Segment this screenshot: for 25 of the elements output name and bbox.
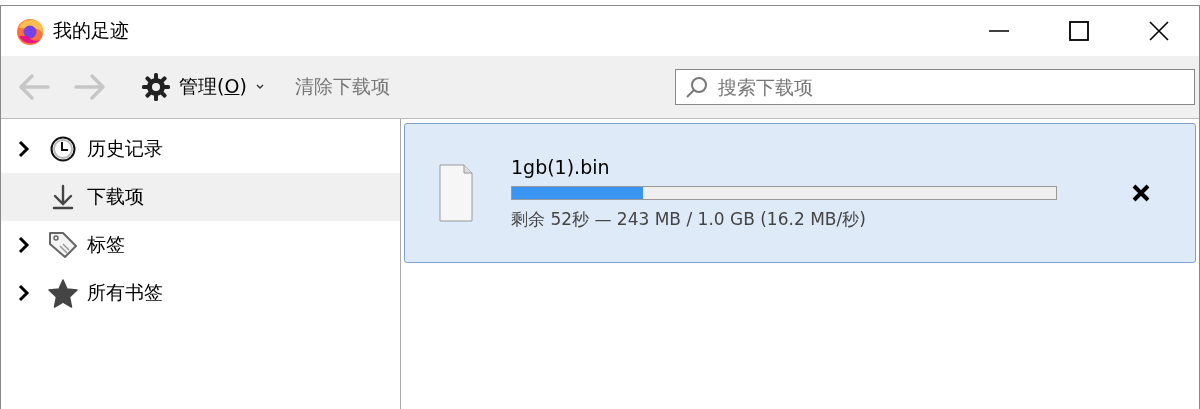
search-icon — [685, 75, 709, 99]
download-item[interactable]: 1gb(1).bin 剩余 52秒 — 243 MB / 1.0 GB (16.2 MB/秒) — [404, 123, 1196, 263]
maximize-icon — [1068, 20, 1090, 42]
file-icon — [439, 164, 473, 222]
sidebar-item[interactable]: 下载项 — [1, 173, 400, 221]
download-status: 剩余 52秒 — 243 MB / 1.0 GB (16.2 MB/秒) — [511, 207, 867, 231]
sidebar-item[interactable]: 历史记录 — [1, 125, 400, 173]
star-icon — [48, 278, 78, 308]
minimize-icon — [989, 30, 1009, 32]
chevron-icon[interactable] — [17, 140, 31, 158]
sidebar-item[interactable]: 所有书签 — [1, 269, 400, 317]
file-name: 1gb(1).bin — [511, 155, 611, 178]
window-title: 我的足迹 — [53, 18, 129, 43]
download-icon — [50, 184, 76, 210]
chevron-icon[interactable] — [17, 236, 31, 254]
close-icon — [1148, 20, 1170, 42]
tag-icon — [48, 230, 78, 260]
browser-logo-icon — [15, 16, 45, 46]
sidebar-item[interactable]: 标签 — [1, 221, 400, 269]
search-field[interactable]: 搜索下载项 — [675, 69, 1195, 105]
organize-menu-button[interactable]: 管理(O) — [137, 68, 269, 106]
caret-icon — [254, 83, 265, 91]
chevron-icon[interactable] — [17, 284, 31, 302]
clock-icon — [50, 136, 76, 162]
gear-icon — [141, 72, 171, 102]
